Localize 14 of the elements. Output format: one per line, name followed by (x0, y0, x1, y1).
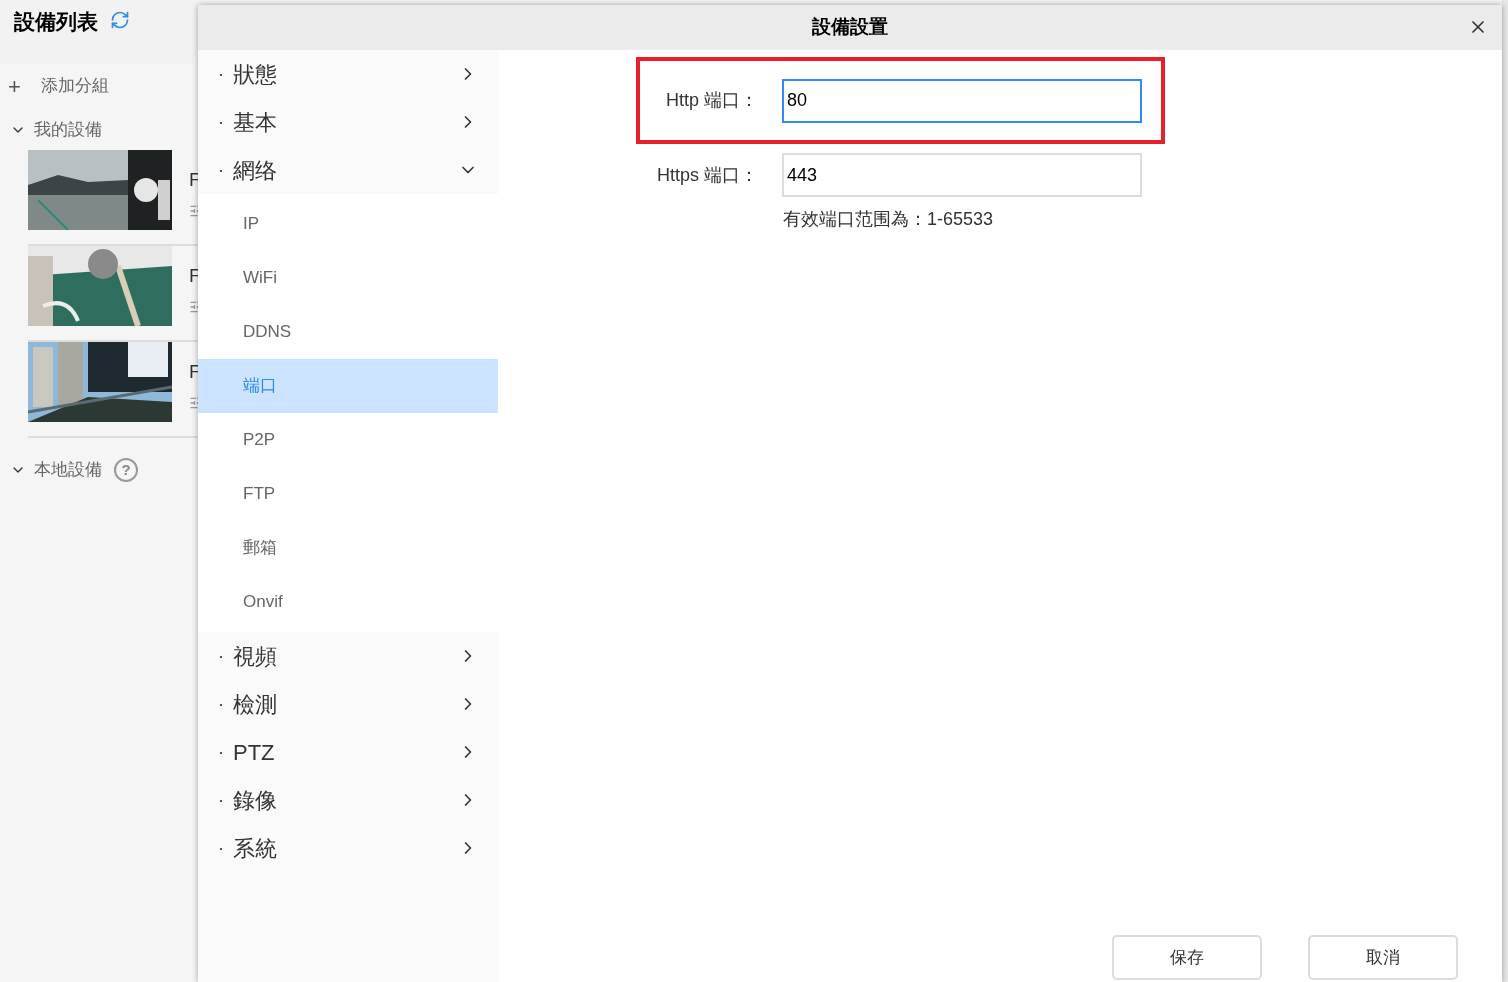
plus-icon[interactable]: + (8, 69, 21, 103)
group-label[interactable]: 本地設備 (34, 457, 102, 483)
field-label: Http 端口： (665, 89, 758, 112)
dialog-title: 設備設置 (812, 15, 888, 40)
group-label[interactable]: 我的設備 (34, 117, 102, 143)
port-range-hint: 有效端口范围為：1-65533 (783, 208, 995, 231)
sidebar-title: 設備列表 (14, 9, 98, 35)
field-label: Https 端口： (656, 163, 758, 187)
add-group-link[interactable]: 添加分組 (40, 73, 109, 99)
port-field[interactable]: 443 (782, 153, 1142, 197)
port-field[interactable]: 80 (782, 78, 1142, 123)
dialog-button[interactable]: 保存 (1112, 935, 1262, 980)
refresh-icon[interactable] (110, 10, 130, 30)
dialog-button[interactable]: 取消 (1308, 935, 1458, 980)
